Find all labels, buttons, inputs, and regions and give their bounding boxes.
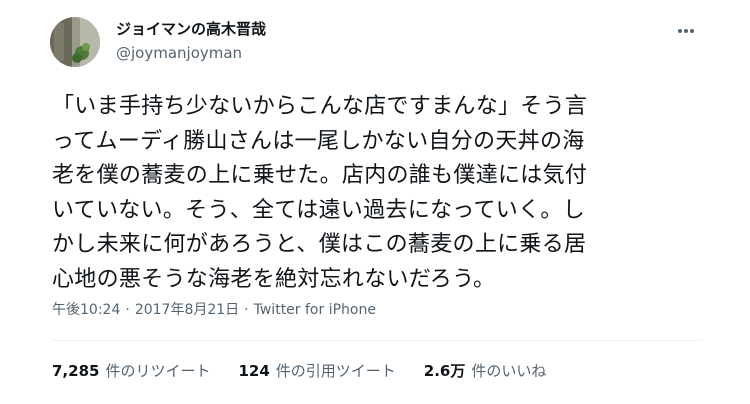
quotes-stat[interactable]: 124 件の引用ツイート xyxy=(238,360,395,381)
tweet-card: ジョイマンの高木晋哉 @joymanjoyman 「いま手持ち少ないからこんな店… xyxy=(30,0,720,404)
tweet-time[interactable]: 午後10:24 xyxy=(52,302,120,318)
tweet-date[interactable]: 2017年8月21日 xyxy=(135,302,239,318)
retweet-count: 7,285 xyxy=(52,362,100,380)
tweet-metadata: 午後10:24 · 2017年8月21日 · Twitter for iPhone xyxy=(52,299,376,319)
more-icon xyxy=(678,29,694,33)
tweet-text: 「いま手持ち少ないからこんな店ですまんな」そう言 ってムーディ勝山さんは一尾しか… xyxy=(52,94,588,292)
avatar[interactable] xyxy=(50,17,100,67)
likes-stat[interactable]: 2.6万 件のいいね xyxy=(424,360,547,381)
tweet-source[interactable]: Twitter for iPhone xyxy=(254,302,376,318)
meta-separator: · xyxy=(244,302,249,318)
more-options-button[interactable] xyxy=(670,22,702,40)
quote-label: 件の引用ツイート xyxy=(275,362,396,380)
quote-count: 124 xyxy=(238,362,270,380)
divider xyxy=(52,340,702,341)
avatar-photo xyxy=(50,17,100,67)
like-label: 件のいいね xyxy=(471,362,547,380)
meta-separator: · xyxy=(125,302,130,318)
engagement-stats: 7,285 件のリツイート 124 件の引用ツイート 2.6万 件のいいね xyxy=(52,360,574,381)
author-handle[interactable]: @joymanjoyman xyxy=(116,44,242,62)
author-display-name[interactable]: ジョイマンの高木晋哉 xyxy=(116,20,266,38)
retweets-stat[interactable]: 7,285 件のリツイート xyxy=(52,360,210,381)
like-count: 2.6万 xyxy=(423,362,466,380)
retweet-label: 件のリツイート xyxy=(105,362,211,380)
